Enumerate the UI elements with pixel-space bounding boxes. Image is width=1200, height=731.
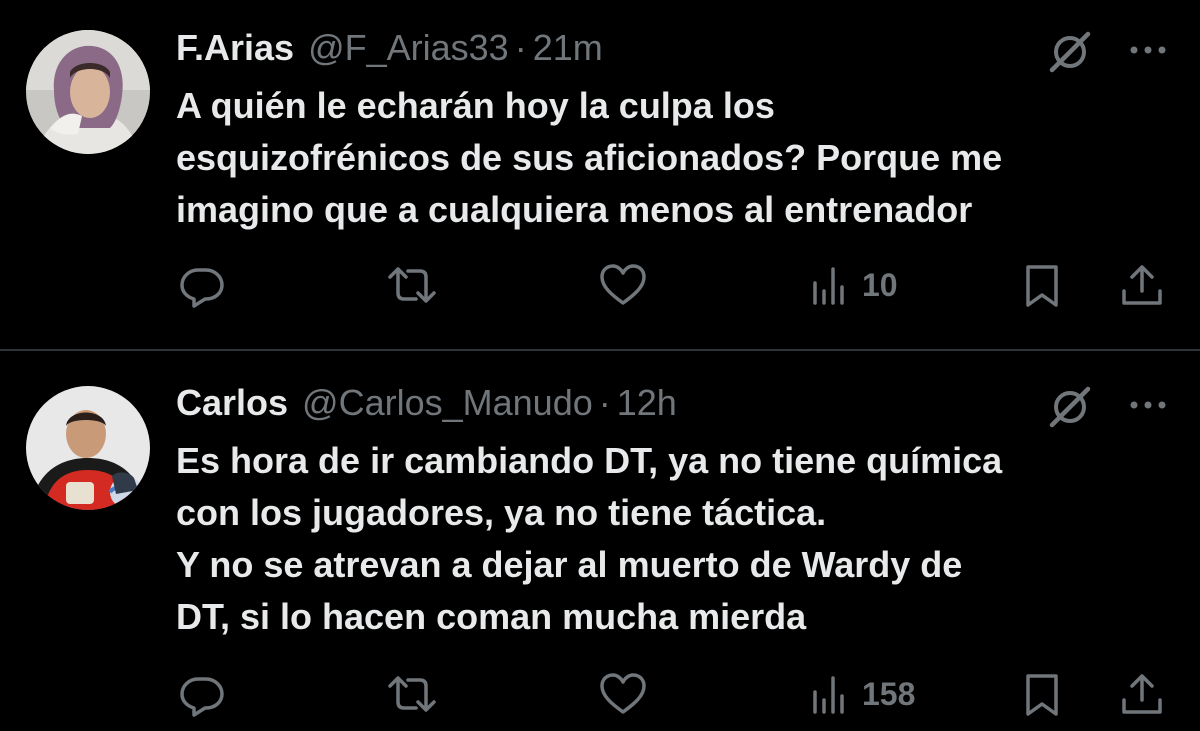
- reply-icon: [180, 268, 224, 308]
- timestamp[interactable]: 21m: [533, 27, 603, 69]
- display-name[interactable]: F.Arias: [176, 27, 294, 69]
- user-handle[interactable]: @F_Arias33: [308, 27, 509, 69]
- bookmark-icon: [1026, 674, 1058, 716]
- bookmark-button[interactable]: [1020, 260, 1064, 310]
- grok-icon[interactable]: [1046, 383, 1094, 431]
- tweet-header: Carlos @Carlos_Manudo · 12h: [176, 382, 677, 424]
- share-button[interactable]: [1118, 669, 1166, 719]
- more-options-icon[interactable]: [1124, 391, 1172, 419]
- views-count: 10: [862, 266, 898, 303]
- views-icon: [813, 267, 844, 305]
- bookmark-button[interactable]: [1020, 669, 1064, 719]
- tweet-text-line: DT, si lo hacen coman mucha mierda: [176, 596, 807, 637]
- tweet-text-line: Es hora de ir cambiando DT, ya no tiene …: [176, 440, 1003, 481]
- views-button[interactable]: 158: [810, 669, 915, 719]
- bookmark-icon: [1026, 265, 1058, 307]
- avatar-photo: [26, 386, 150, 510]
- like-button[interactable]: [598, 669, 648, 719]
- tweet-text-line: Y no se atrevan a dejar al muerto de War…: [176, 544, 963, 585]
- heart-icon: [600, 673, 646, 714]
- grok-icon[interactable]: [1046, 28, 1094, 76]
- share-button[interactable]: [1118, 260, 1166, 310]
- like-button[interactable]: [598, 260, 648, 310]
- tweet-text-line: A quién le echarán hoy la culpa los: [176, 85, 775, 126]
- avatar[interactable]: [26, 30, 150, 154]
- separator-dot: ·: [598, 382, 611, 423]
- retweet-button[interactable]: [386, 669, 438, 719]
- tweet-header: F.Arias @F_Arias33 · 21m: [176, 27, 603, 69]
- tweet-actions: 10: [0, 260, 1200, 310]
- views-icon: [813, 676, 844, 714]
- reply-button[interactable]: [178, 669, 226, 719]
- heart-icon: [600, 264, 646, 305]
- retweet-button[interactable]: [386, 260, 438, 310]
- tweet[interactable]: F.Arias @F_Arias33 · 21m A quién le echa…: [0, 0, 1200, 350]
- retweet-icon: [388, 267, 436, 303]
- display-name[interactable]: Carlos: [176, 382, 288, 424]
- avatar[interactable]: [26, 386, 150, 510]
- tweet[interactable]: Carlos @Carlos_Manudo · 12h Es hora de i…: [0, 351, 1200, 731]
- retweet-icon: [388, 676, 436, 712]
- more-options-icon[interactable]: [1124, 36, 1172, 64]
- tweet-text-line: imagino que a cualquiera menos al entren…: [176, 189, 973, 230]
- user-handle[interactable]: @Carlos_Manudo: [302, 382, 593, 424]
- views-count: 158: [862, 675, 916, 712]
- tweet-text-line: con los jugadores, ya no tiene táctica.: [176, 492, 827, 533]
- reply-icon: [180, 677, 224, 717]
- share-icon: [1122, 674, 1162, 714]
- tweet-text: A quién le echarán hoy la culpa los esqu…: [176, 80, 1176, 236]
- avatar-photo: [26, 30, 150, 154]
- tweet-text-line: esquizofrénicos de sus aficionados? Porq…: [176, 137, 1003, 178]
- tweet-text: Es hora de ir cambiando DT, ya no tiene …: [176, 435, 1176, 643]
- separator-dot: ·: [514, 27, 527, 68]
- views-button[interactable]: 10: [810, 260, 898, 310]
- reply-button[interactable]: [178, 260, 226, 310]
- share-icon: [1122, 265, 1162, 305]
- tweet-actions: 158: [0, 669, 1200, 719]
- timestamp[interactable]: 12h: [617, 382, 677, 424]
